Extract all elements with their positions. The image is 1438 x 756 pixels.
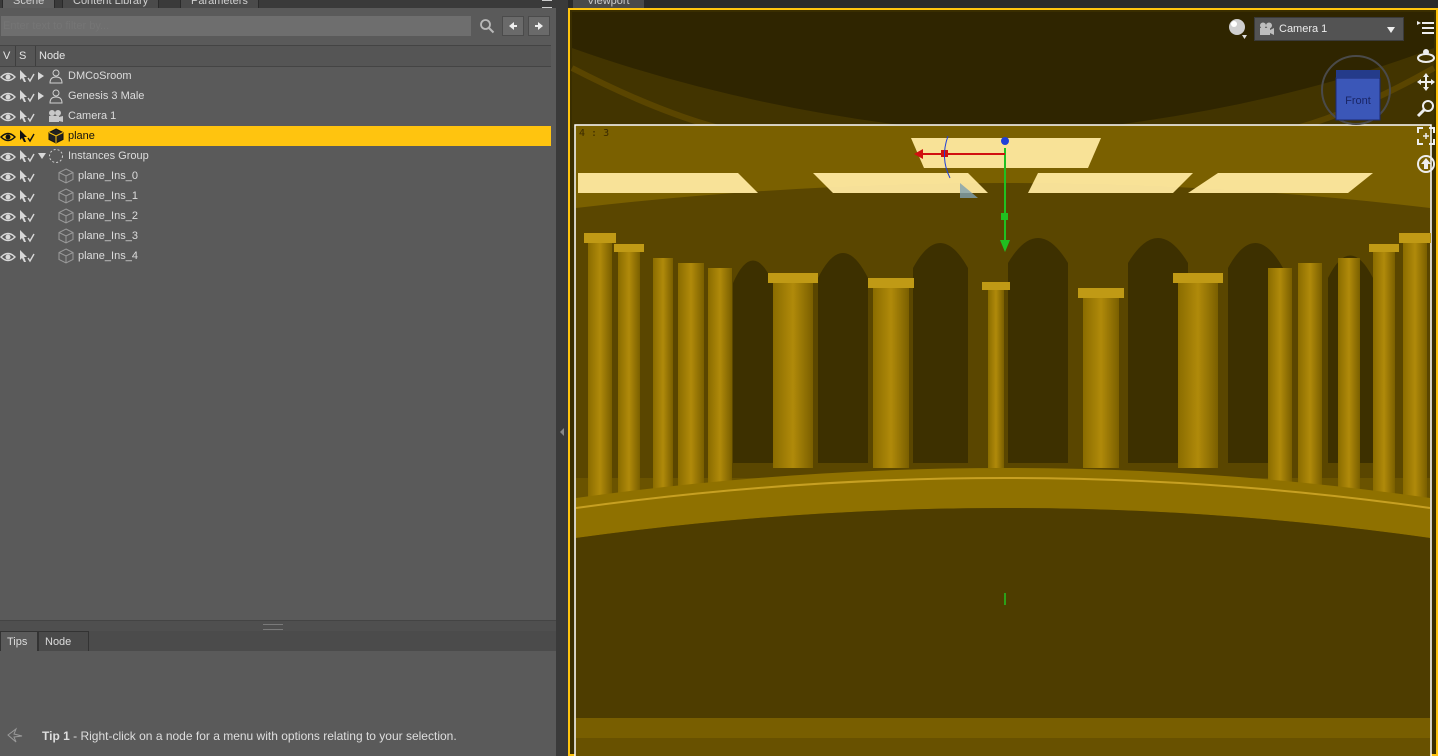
camera-dropdown-label: Camera 1 <box>1279 23 1328 35</box>
aspect-ratio-label: 4 : 3 <box>579 128 610 139</box>
splitter-grip[interactable] <box>263 624 283 630</box>
tree-row-label: plane_Ins_0 <box>78 170 138 182</box>
tab-tips[interactable]: Tips <box>0 631 38 651</box>
tree-row[interactable]: plane_Ins_2 <box>0 206 551 226</box>
node-tree: DMCoSroom Genesis 3 Male Camera 1 plane Inst… <box>0 66 551 266</box>
instance-icon <box>58 188 74 204</box>
tree-row-label: Camera 1 <box>68 110 117 122</box>
tree-row[interactable]: plane_Ins_4 <box>0 246 551 266</box>
tree-row[interactable]: plane_Ins_1 <box>0 186 551 206</box>
tree-row-label: plane_Ins_1 <box>78 190 138 202</box>
visibility-eye-icon[interactable] <box>0 70 16 82</box>
collapse-arrow-icon[interactable] <box>38 153 46 159</box>
selectable-cursor-icon[interactable] <box>19 149 35 163</box>
tree-row-label: plane_Ins_3 <box>78 230 138 242</box>
selectable-cursor-icon[interactable] <box>19 189 35 203</box>
visibility-eye-icon[interactable] <box>0 110 16 122</box>
tab-content-library[interactable]: Content Library <box>62 0 160 8</box>
visibility-eye-icon[interactable] <box>0 150 16 162</box>
tree-row[interactable]: plane <box>0 126 551 146</box>
search-icon[interactable] <box>476 16 498 36</box>
tree-row-label: Instances Group <box>68 150 149 162</box>
tips-tab-strip: Tips Node <box>0 631 556 651</box>
scene-pane: Scene Content Library Parameters V S Nod… <box>0 0 556 756</box>
visibility-eye-icon[interactable] <box>0 250 16 262</box>
column-visible[interactable]: V <box>0 46 16 66</box>
tree-row[interactable]: Instances Group <box>0 146 551 166</box>
tree-row-label: plane_Ins_2 <box>78 210 138 222</box>
column-selectable[interactable]: S <box>16 46 36 66</box>
figure-icon <box>48 68 64 84</box>
selectable-cursor-icon[interactable] <box>19 109 35 123</box>
tab-scene[interactable]: Scene <box>2 0 56 8</box>
zoom-icon[interactable] <box>1416 98 1436 118</box>
tree-row-label: DMCoSroom <box>68 70 132 82</box>
tab-node[interactable]: Node <box>38 631 89 651</box>
selectable-cursor-icon[interactable] <box>19 229 35 243</box>
expand-arrow-icon[interactable] <box>38 92 44 100</box>
selectable-cursor-icon[interactable] <box>19 89 35 103</box>
pan-icon[interactable] <box>1416 72 1436 92</box>
previous-button[interactable] <box>502 16 524 36</box>
instance-icon <box>58 248 74 264</box>
visibility-eye-icon[interactable] <box>0 190 16 202</box>
pane-splitter[interactable] <box>0 620 556 631</box>
reset-view-icon[interactable] <box>1416 154 1436 174</box>
instance-icon <box>58 168 74 184</box>
tree-row-label: plane_Ins_4 <box>78 250 138 262</box>
frame-icon[interactable] <box>1416 126 1436 146</box>
selectable-cursor-icon[interactable] <box>19 209 35 223</box>
camera-icon <box>48 108 64 124</box>
collapse-arrow-icon[interactable] <box>560 428 564 436</box>
filter-input[interactable] <box>0 15 472 37</box>
pane-divider[interactable] <box>556 0 568 756</box>
figure-icon <box>48 88 64 104</box>
pane-tab-strip: Scene Content Library Parameters <box>0 0 556 8</box>
node-column-header: V S Node <box>0 45 551 67</box>
visibility-eye-icon[interactable] <box>0 170 16 182</box>
viewport-menu-icon[interactable] <box>1416 18 1436 38</box>
expand-arrow-icon[interactable] <box>38 72 44 80</box>
instance-icon <box>58 208 74 224</box>
tip-message: - Right-click on a node for a menu with … <box>69 729 457 743</box>
viewport-3d-scene[interactable]: Front <box>568 8 1438 756</box>
tree-row-label: Genesis 3 Male <box>68 90 145 102</box>
orbit-icon[interactable] <box>1416 46 1436 66</box>
visibility-eye-icon[interactable] <box>0 130 16 142</box>
instance-icon <box>58 228 74 244</box>
visibility-eye-icon[interactable] <box>0 210 16 222</box>
visibility-eye-icon[interactable] <box>0 230 16 242</box>
tip-text: Tip 1 - Right-click on a node for a menu… <box>42 729 457 743</box>
chevron-down-icon <box>1387 27 1395 33</box>
filter-bar <box>0 14 552 39</box>
tree-row-label: plane <box>68 130 95 142</box>
view-cube-face-label: Front <box>1345 95 1371 107</box>
draw-style-sphere-icon[interactable] <box>1228 18 1248 40</box>
camera-icon <box>1259 22 1275 36</box>
pane-menu-icon[interactable] <box>542 0 552 8</box>
visibility-eye-icon[interactable] <box>0 90 16 102</box>
selectable-cursor-icon[interactable] <box>19 129 35 143</box>
tree-row[interactable]: DMCoSroom <box>0 66 551 86</box>
group-icon <box>48 148 64 164</box>
tree-row[interactable]: plane_Ins_3 <box>0 226 551 246</box>
pointer-tip-icon <box>6 726 24 744</box>
viewport-pane: Viewport Front Camera 1 4: 3 <box>568 0 1438 756</box>
tips-panel: Tip 1 - Right-click on a node for a menu… <box>0 651 556 756</box>
selectable-cursor-icon[interactable] <box>19 69 35 83</box>
tip-number: Tip 1 <box>42 729 70 743</box>
column-node[interactable]: Node <box>36 46 551 66</box>
tree-row[interactable]: Camera 1 <box>0 106 551 126</box>
tab-parameters[interactable]: Parameters <box>180 0 259 8</box>
next-button[interactable] <box>528 16 550 36</box>
camera-dropdown[interactable]: Camera 1 <box>1254 17 1404 41</box>
selectable-cursor-icon[interactable] <box>19 249 35 263</box>
cube-icon <box>48 128 64 144</box>
tree-row[interactable]: Genesis 3 Male <box>0 86 551 106</box>
tree-row[interactable]: plane_Ins_0 <box>0 166 551 186</box>
selectable-cursor-icon[interactable] <box>19 169 35 183</box>
